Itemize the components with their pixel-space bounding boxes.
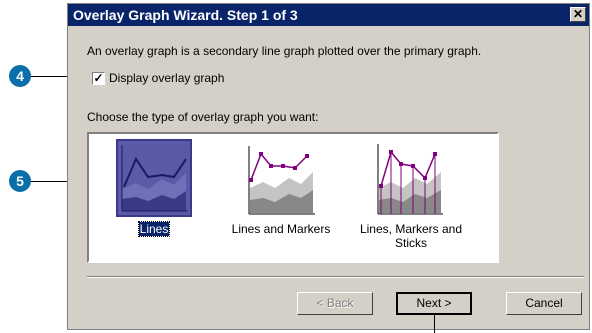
graph-type-panel: Lines Lines and Markers Lines, Markers a… [87, 132, 499, 263]
option-lines-markers-sticks-label-line1: Lines, Markers and [359, 222, 463, 236]
option-lines-markers-sticks[interactable]: Lines, Markers and Sticks [351, 222, 471, 250]
title-bar: Overlay Graph Wizard. Step 1 of 3 ✕ [68, 4, 589, 26]
option-lines-and-markers-label: Lines and Markers [231, 222, 331, 236]
lines-markers-sticks-thumbnail[interactable] [375, 142, 445, 218]
button-separator [87, 276, 584, 278]
next-callout-leader [434, 315, 435, 333]
option-lines[interactable]: Lines [117, 221, 191, 237]
callout-step-4: 4 [9, 65, 31, 87]
option-lines-markers-sticks-label-line2: Sticks [394, 236, 427, 250]
option-lines-and-markers[interactable]: Lines and Markers [221, 222, 341, 236]
display-overlay-label[interactable]: Display overlay graph [109, 71, 224, 85]
choose-type-label: Choose the type of overlay graph you wan… [87, 110, 319, 124]
next-button[interactable]: Next > [396, 292, 472, 315]
dialog-title: Overlay Graph Wizard. Step 1 of 3 [73, 7, 298, 23]
overlay-graph-wizard-dialog: Overlay Graph Wizard. Step 1 of 3 ✕ An o… [67, 3, 590, 330]
callout-step-5: 5 [9, 170, 31, 192]
cancel-button[interactable]: Cancel [506, 292, 582, 315]
description-text: An overlay graph is a secondary line gra… [87, 44, 482, 58]
close-button[interactable]: ✕ [570, 7, 586, 22]
lines-and-markers-thumbnail[interactable] [245, 144, 317, 218]
option-lines-label: Lines [137, 221, 171, 237]
back-button[interactable]: < Back [297, 292, 373, 315]
lines-thumbnail[interactable] [116, 139, 192, 217]
display-overlay-checkbox[interactable]: ✓ [92, 72, 105, 85]
